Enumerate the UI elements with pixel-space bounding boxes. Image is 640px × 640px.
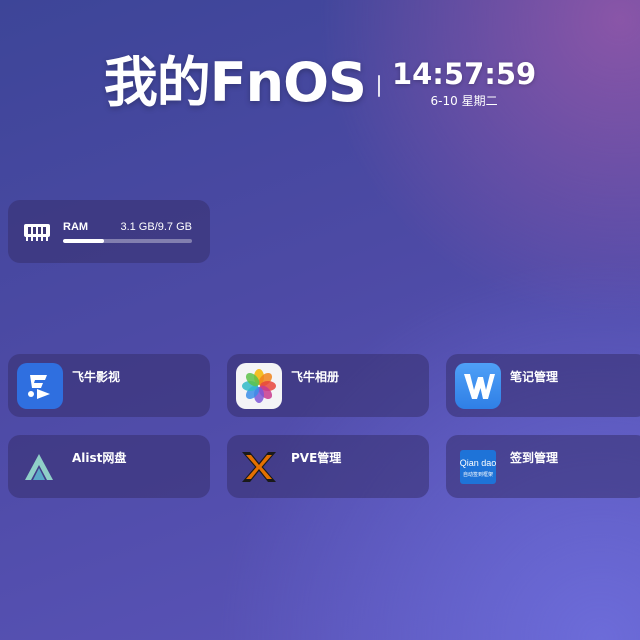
ram-usage-fill xyxy=(63,239,105,243)
app-tile-fn-photos[interactable]: 飞牛相册 xyxy=(227,354,429,417)
qiandao-icon-text-bottom: 自动签到框架 xyxy=(463,471,493,478)
header: 我的FnOS 14:57:59 6-10 星期二 xyxy=(0,52,640,114)
ram-label: RAM xyxy=(63,221,89,233)
header-divider xyxy=(377,75,380,97)
ram-usage-bar xyxy=(63,239,192,243)
app-tile-pve[interactable]: PVE管理 xyxy=(227,435,429,498)
fn-video-icon xyxy=(17,363,63,409)
app-name: 飞牛影视 xyxy=(72,370,121,384)
app-name: 签到管理 xyxy=(510,451,559,465)
app-name: PVE管理 xyxy=(291,451,342,465)
app-tile-qiandao[interactable]: Qian dao 自动签到框架 签到管理 xyxy=(446,435,640,498)
clock-time: 14:57:59 xyxy=(391,57,537,91)
ram-value: 3.1 GB/9.7 GB xyxy=(120,221,192,233)
proxmox-x-icon xyxy=(236,444,282,490)
alist-icon xyxy=(17,444,63,490)
ram-widget: RAM 3.1 GB/9.7 GB xyxy=(8,200,210,263)
notes-w-icon xyxy=(455,363,501,409)
photos-flower-icon xyxy=(236,363,282,409)
app-tile-alist[interactable]: Alist网盘 xyxy=(8,435,210,498)
qiandao-icon-text-top: Qian dao xyxy=(460,458,497,468)
app-tile-fn-video[interactable]: 飞牛影视 xyxy=(8,354,210,417)
app-name: 笔记管理 xyxy=(510,370,559,384)
clock-date: 6-10 星期二 xyxy=(430,94,498,108)
clock: 14:57:59 6-10 星期二 xyxy=(392,57,536,109)
app-name: Alist网盘 xyxy=(72,451,127,465)
ram-chip-icon xyxy=(22,220,52,244)
page-title: 我的FnOS xyxy=(103,51,367,114)
app-name: 飞牛相册 xyxy=(291,370,340,384)
qiandao-icon: Qian dao 自动签到框架 xyxy=(455,444,501,490)
app-tile-notes[interactable]: 笔记管理 xyxy=(446,354,640,417)
